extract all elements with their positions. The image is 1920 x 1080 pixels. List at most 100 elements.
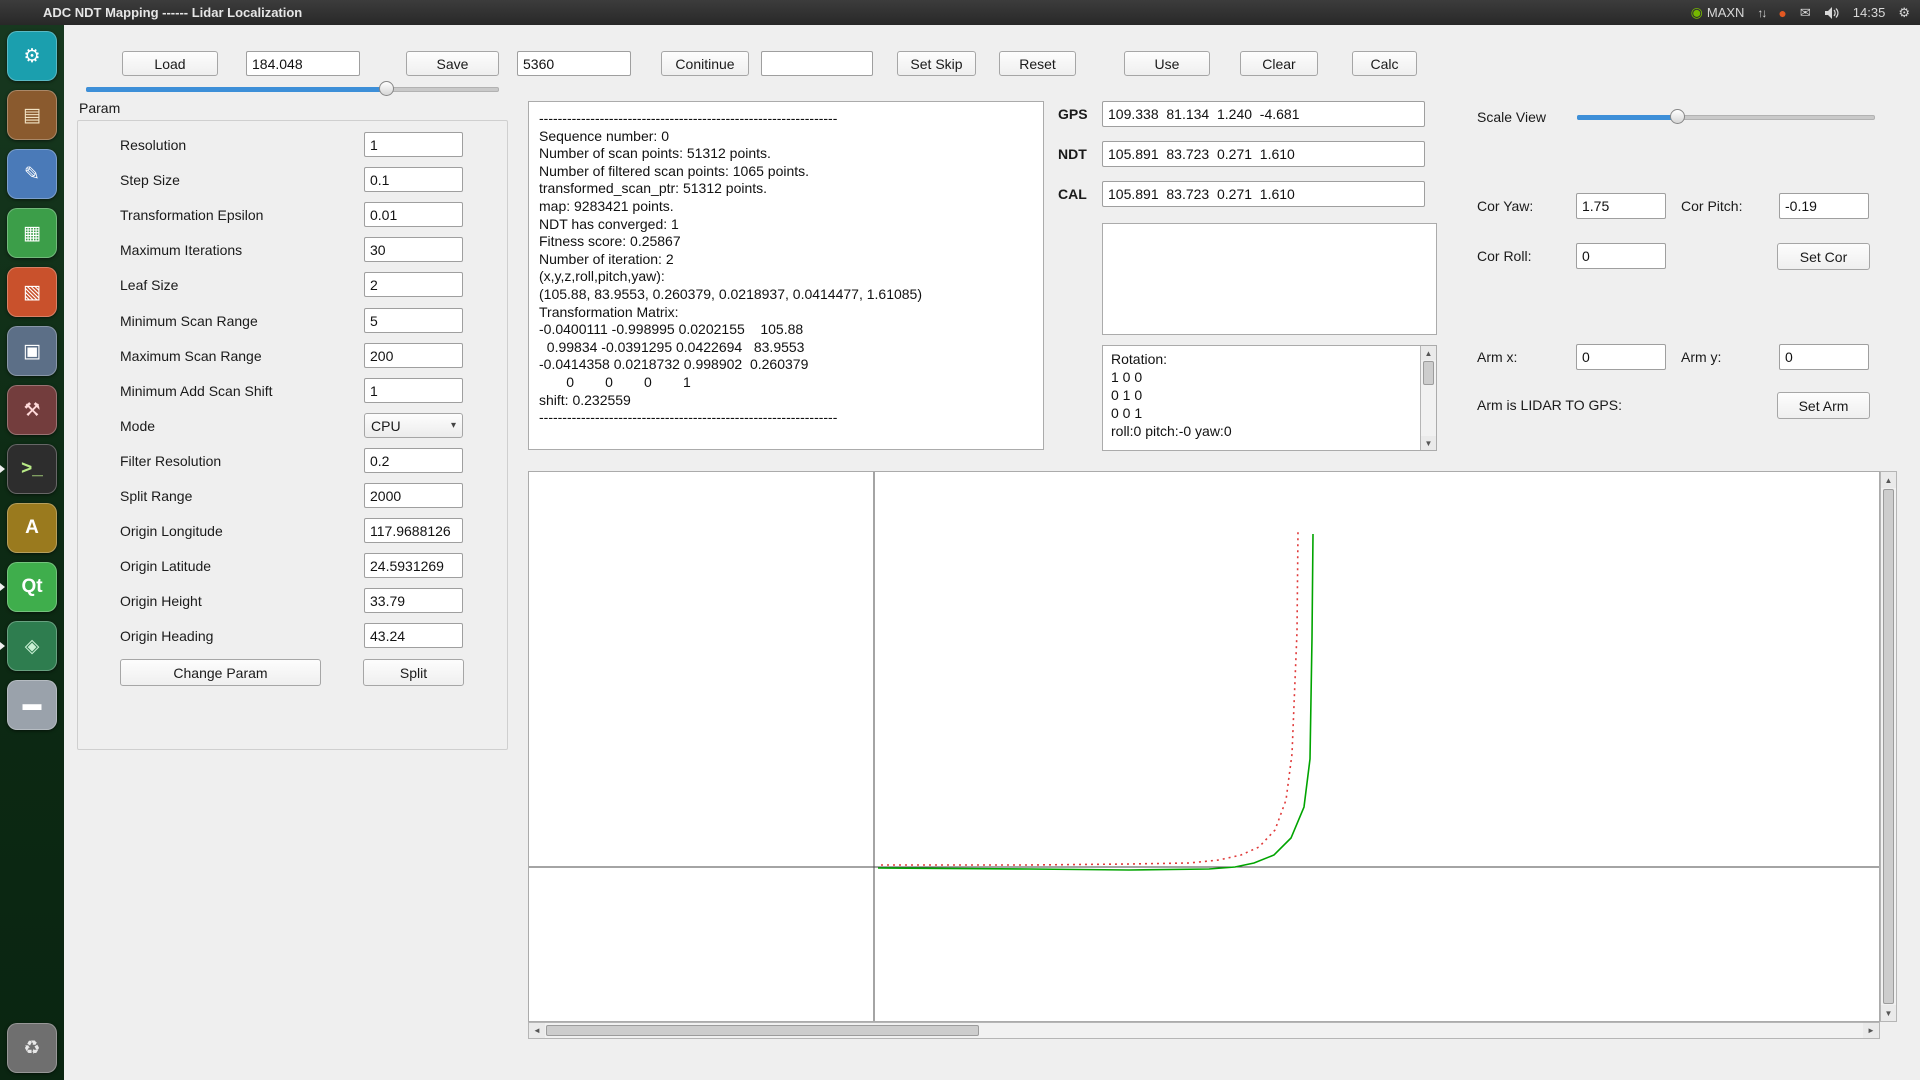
calc-button[interactable]: Calc [1352, 51, 1417, 76]
ndt-log-output[interactable]: ----------------------------------------… [528, 101, 1044, 450]
launcher-item-visualizer[interactable]: ◈ [7, 621, 57, 671]
param-input-transformation-epsilon[interactable] [364, 202, 463, 227]
log-line: (105.88, 83.9553, 0.260379, 0.0218937, 0… [539, 286, 1033, 304]
launcher-item-system-tools[interactable]: ⚒ [7, 385, 57, 435]
cor-yaw-input[interactable] [1576, 193, 1666, 219]
param-label-origin-height: Origin Height [120, 588, 202, 613]
cal-label: CAL [1058, 181, 1087, 207]
param-input-minimum-add-scan-shift[interactable] [364, 378, 463, 403]
param-input-filter-resolution[interactable] [364, 448, 463, 473]
rotation-lines: Rotation:1 0 00 1 00 0 1roll:0 pitch:-0 … [1103, 346, 1436, 444]
param-input-origin-longitude[interactable] [364, 518, 463, 543]
split-button[interactable]: Split [363, 659, 464, 686]
network-indicator[interactable]: ↑↓ [1757, 6, 1765, 20]
set-skip-button[interactable]: Set Skip [897, 51, 976, 76]
param-input-origin-heading[interactable] [364, 623, 463, 648]
scrollbar-thumb[interactable] [546, 1025, 979, 1036]
arm-note-label: Arm is LIDAR TO GPS: [1477, 392, 1622, 418]
param-label-maximum-scan-range: Maximum Scan Range [120, 343, 262, 368]
cal-pose-input[interactable] [1102, 181, 1425, 207]
launcher-item-app-a[interactable]: A [7, 503, 57, 553]
launcher-item-trash[interactable]: ♻ [7, 1023, 57, 1073]
set-arm-button[interactable]: Set Arm [1777, 392, 1870, 419]
launcher-item-disk-utility[interactable]: ▬ [7, 680, 57, 730]
launcher-item-system-settings[interactable]: ⚙ [7, 31, 57, 81]
change-param-button[interactable]: Change Param [120, 659, 321, 686]
param-input-origin-latitude[interactable] [364, 553, 463, 578]
param-select-mode[interactable]: CPU▾ [364, 413, 463, 438]
scroll-down-button[interactable]: ▼ [1421, 436, 1436, 450]
param-input-leaf-size[interactable] [364, 272, 463, 297]
slider-handle[interactable] [1670, 109, 1685, 124]
messaging-indicator[interactable]: ✉ [1800, 5, 1811, 21]
map-vertical-scrollbar[interactable]: ▲ ▼ [1880, 471, 1897, 1022]
launcher-item-terminal[interactable]: >_ [7, 444, 57, 494]
map-view[interactable] [528, 471, 1880, 1022]
arm-x-input[interactable] [1576, 344, 1666, 370]
launcher-item-text-editor[interactable]: ✎ [7, 149, 57, 199]
clock-indicator[interactable]: 14:35 [1853, 5, 1886, 20]
scale-view-slider[interactable] [1577, 108, 1875, 126]
launcher-item-archive-manager[interactable]: ▤ [7, 90, 57, 140]
ndt-pose-input[interactable] [1102, 141, 1425, 167]
load-value-input[interactable] [246, 51, 360, 76]
cor-roll-input[interactable] [1576, 243, 1666, 269]
scroll-right-button[interactable]: ► [1863, 1023, 1879, 1038]
clear-button[interactable]: Clear [1240, 51, 1318, 76]
param-input-step-size[interactable] [364, 167, 463, 192]
slider-handle[interactable] [379, 81, 394, 96]
param-input-maximum-scan-range[interactable] [364, 343, 463, 368]
save-button[interactable]: Save [406, 51, 499, 76]
gps-pose-input[interactable] [1102, 101, 1425, 127]
param-input-resolution[interactable] [364, 132, 463, 157]
update-indicator[interactable]: ● [1778, 5, 1786, 21]
log-line: Transformation Matrix: [539, 304, 1033, 322]
log-line: map: 9283421 points. [539, 198, 1033, 216]
param-label-origin-latitude: Origin Latitude [120, 553, 211, 578]
param-input-minimum-scan-range[interactable] [364, 308, 463, 333]
rotation-output[interactable]: Rotation:1 0 00 1 00 0 1roll:0 pitch:-0 … [1102, 345, 1437, 451]
set-cor-button[interactable]: Set Cor [1777, 243, 1870, 270]
desktop: ADC NDT Mapping ------ Lidar Localizatio… [0, 0, 1920, 1080]
arm-y-input[interactable] [1779, 344, 1869, 370]
log-line: Fitness score: 0.25867 [539, 233, 1033, 251]
param-label-minimum-add-scan-shift: Minimum Add Scan Shift [120, 378, 273, 403]
load-button[interactable]: Load [122, 51, 218, 76]
scroll-down-button[interactable]: ▼ [1881, 1005, 1896, 1021]
scroll-up-button[interactable]: ▲ [1881, 472, 1896, 488]
scroll-up-button[interactable]: ▲ [1421, 346, 1436, 360]
gps-trajectory-line [881, 530, 1298, 865]
rotation-scrollbar[interactable]: ▲ ▼ [1420, 346, 1436, 450]
continue-value-input[interactable] [761, 51, 873, 76]
rotation-line: 0 0 1 [1111, 404, 1428, 422]
up-down-arrows-icon: ↑↓ [1757, 6, 1765, 20]
param-input-origin-height[interactable] [364, 588, 463, 613]
scrollbar-thumb[interactable] [1883, 489, 1894, 1004]
gear-icon: ⚙ [1898, 5, 1910, 21]
param-input-split-range[interactable] [364, 483, 463, 508]
save-value-input[interactable] [517, 51, 631, 76]
launcher-item-presentation[interactable]: ▧ [7, 267, 57, 317]
launcher-item-spreadsheet[interactable]: ▦ [7, 208, 57, 258]
continue-button[interactable]: Conitinue [661, 51, 749, 76]
gps-label: GPS [1058, 101, 1088, 127]
scroll-left-button[interactable]: ◄ [529, 1023, 545, 1038]
running-indicator [0, 583, 5, 591]
scrollbar-thumb[interactable] [1423, 361, 1434, 385]
use-button[interactable]: Use [1124, 51, 1210, 76]
map-horizontal-scrollbar[interactable]: ◄ ► [528, 1022, 1880, 1039]
reset-button[interactable]: Reset [999, 51, 1076, 76]
cor-pitch-input[interactable] [1779, 193, 1869, 219]
rotation-line: Rotation: [1111, 350, 1428, 368]
frame-slider[interactable] [86, 80, 499, 98]
launcher-item-software-center[interactable]: ▣ [7, 326, 57, 376]
sound-indicator[interactable] [1824, 6, 1840, 20]
launcher-item-qt-creator[interactable]: Qt [7, 562, 57, 612]
log-line: ----------------------------------------… [539, 110, 1033, 128]
session-indicator[interactable]: ⚙ [1898, 5, 1910, 21]
nvidia-gpu-indicator[interactable]: ◉ MAXN [1691, 4, 1745, 21]
param-group-title: Param [79, 98, 120, 118]
param-input-maximum-iterations[interactable] [364, 237, 463, 262]
log-line: Number of scan points: 51312 points. [539, 145, 1033, 163]
top-panel: ADC NDT Mapping ------ Lidar Localizatio… [0, 0, 1920, 25]
